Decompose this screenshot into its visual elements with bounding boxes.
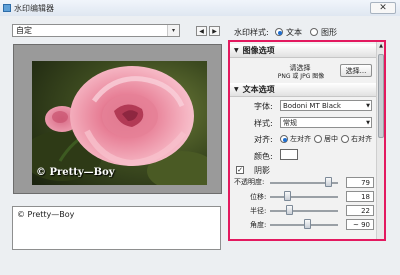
next-button[interactable]: ▶ — [209, 26, 220, 36]
watermark-preview-text[interactable]: © Pretty—Boy — [36, 167, 115, 178]
close-button[interactable]: ✕ — [370, 2, 396, 14]
style-graphic-radio[interactable] — [310, 28, 318, 36]
chevron-down-icon: ▾ — [167, 25, 179, 36]
title-bar — [0, 0, 400, 16]
highlight-annotation-box — [228, 40, 386, 241]
window-title: 水印编辑器 — [14, 4, 54, 13]
radio-selected-dot — [277, 30, 282, 35]
previous-button[interactable]: ◀ — [196, 26, 207, 36]
style-graphic-label: 图形 — [321, 28, 337, 37]
watermark-text-input[interactable]: © Pretty—Boy — [12, 206, 221, 250]
style-text-radio[interactable] — [275, 28, 283, 36]
preset-select[interactable]: 自定 ▾ — [12, 24, 180, 37]
app-icon — [3, 4, 11, 12]
watermark-style-label: 水印样式: — [234, 28, 269, 37]
style-text-label: 文本 — [286, 28, 302, 37]
preset-select-value: 自定 — [16, 26, 32, 35]
